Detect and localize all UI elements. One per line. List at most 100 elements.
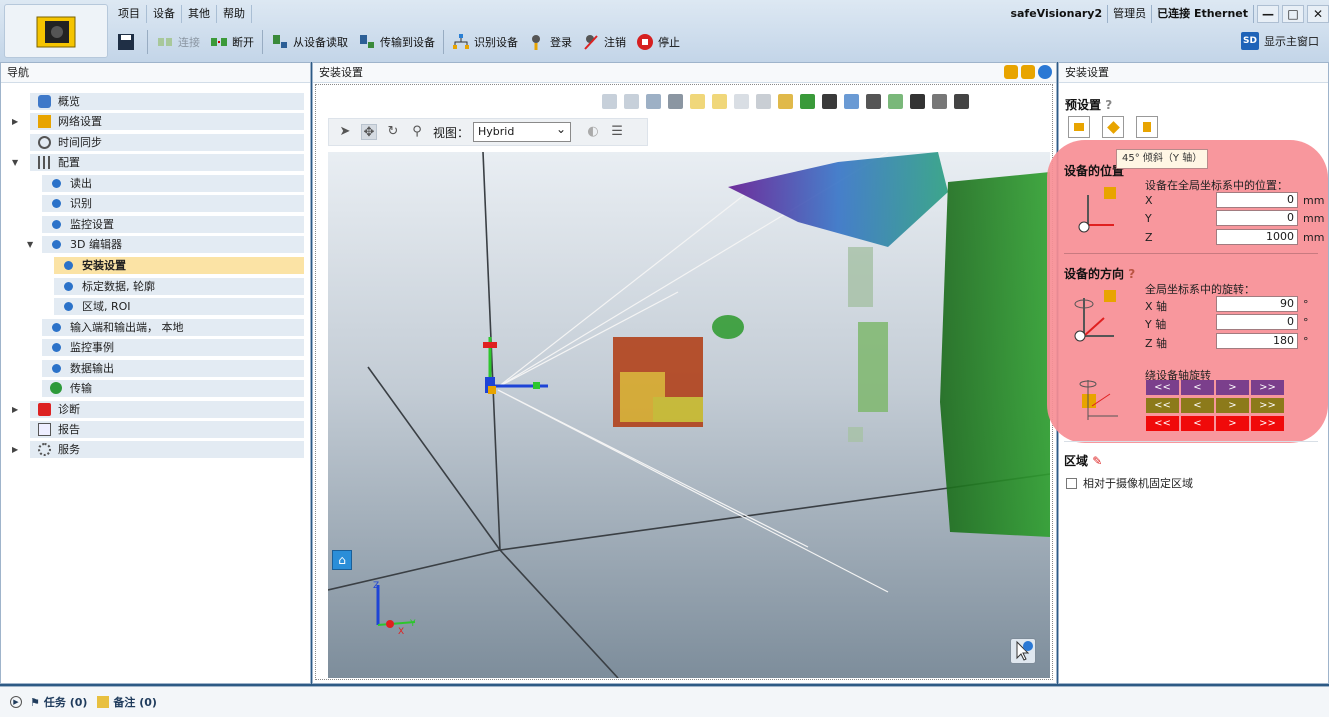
position-z-input[interactable]: 1000	[1216, 229, 1298, 245]
rotate-y-fast-left-button[interactable]: <<	[1146, 398, 1179, 413]
menu-device[interactable]: 设备	[147, 5, 182, 23]
copy-icon[interactable]	[734, 93, 749, 109]
pin-view-icon[interactable]	[866, 93, 881, 109]
nav-item-service[interactable]: 服务	[30, 441, 304, 458]
axis-icon[interactable]	[822, 93, 837, 109]
undo-icon[interactable]	[602, 93, 617, 109]
list-icon[interactable]: ☰	[609, 124, 625, 140]
nav-item-data-output[interactable]: 数据输出	[42, 360, 304, 377]
nav-item-network[interactable]: 网络设置	[30, 113, 304, 130]
identify-device-button[interactable]: 识别设备	[447, 27, 523, 57]
rotate-x-fast-left-button[interactable]: <<	[1146, 380, 1179, 395]
rotate-y-left-button[interactable]: <	[1181, 398, 1214, 413]
add-field-icon[interactable]	[690, 93, 705, 109]
notes-label[interactable]: 备注 (0)	[113, 694, 157, 710]
zoom-icon[interactable]: ⚲	[409, 124, 425, 140]
collapse-arrow-icon[interactable]: ▼	[27, 240, 33, 249]
rotate-x-right-button[interactable]: >	[1216, 380, 1249, 395]
minimize-button[interactable]: —	[1257, 5, 1279, 23]
rotation-z-input[interactable]: 180	[1216, 333, 1298, 349]
position-y-input[interactable]: 0	[1216, 210, 1298, 226]
menu-project[interactable]: 项目	[112, 5, 147, 23]
expand-arrow-icon[interactable]: ▶	[12, 405, 18, 414]
read-from-device-button[interactable]: 从设备读取	[266, 27, 353, 57]
connect-button[interactable]: 连接	[151, 27, 205, 57]
user-role[interactable]: 管理员	[1108, 5, 1153, 23]
nav-item-monitoring-cases[interactable]: 监控事例	[42, 339, 304, 356]
nav-item-report[interactable]: 报告	[30, 421, 304, 438]
nav-item-identify[interactable]: 识别	[42, 195, 304, 212]
disconnect-button[interactable]: 断开	[205, 27, 259, 57]
nav-item-time-sync[interactable]: 时间同步	[30, 134, 304, 151]
undock-icon[interactable]	[1021, 65, 1035, 79]
home-view-button[interactable]: ⌂	[332, 550, 352, 570]
3d-scene[interactable]	[328, 152, 1050, 678]
nav-item-mounting-settings[interactable]: 安装设置	[54, 257, 304, 274]
shaded-cube-icon[interactable]	[932, 93, 947, 109]
preset-vertical-button[interactable]	[1136, 116, 1158, 138]
rotate-z-fast-left-button[interactable]: <<	[1146, 416, 1179, 431]
nav-item-io-local[interactable]: 输入端和输出端， 本地	[42, 319, 304, 336]
help-icon[interactable]	[1038, 65, 1052, 79]
rotate-z-left-button[interactable]: <	[1181, 416, 1214, 431]
expand-arrow-icon[interactable]: ▶	[12, 445, 18, 454]
nav-item-3d-editor[interactable]: 3D 编辑器	[42, 236, 304, 253]
nav-item-calibration[interactable]: 标定数据, 轮廓	[54, 278, 304, 295]
solid-cube-icon[interactable]	[910, 93, 925, 109]
rotate-x-fast-right-button[interactable]: >>	[1251, 380, 1284, 395]
save-button[interactable]	[112, 27, 144, 57]
rotation-x-input[interactable]: 90	[1216, 296, 1298, 312]
rotate-y-fast-right-button[interactable]: >>	[1251, 398, 1284, 413]
rotate-x-left-button[interactable]: <	[1181, 380, 1214, 395]
menu-help[interactable]: 帮助	[217, 5, 252, 23]
wrench-icon[interactable]	[668, 93, 683, 109]
pin-icon[interactable]: ✎	[1092, 454, 1102, 468]
palette-icon[interactable]: ◐	[585, 124, 601, 140]
menu-other[interactable]: 其他	[182, 5, 217, 23]
nav-item-readout[interactable]: 读出	[42, 175, 304, 192]
rotate-y-right-button[interactable]: >	[1216, 398, 1249, 413]
nav-item-transfer[interactable]: 传输	[42, 380, 304, 397]
help-icon[interactable]: ?	[1128, 267, 1135, 281]
camera-icon[interactable]	[778, 93, 793, 109]
login-button[interactable]: 登录	[523, 27, 577, 57]
transfer-to-device-button[interactable]: 传输到设备	[353, 27, 440, 57]
pan-icon[interactable]: ✥	[361, 124, 377, 140]
preset-tilted-button[interactable]	[1102, 116, 1124, 138]
align-icon[interactable]	[646, 93, 661, 109]
maximize-button[interactable]: □	[1282, 5, 1304, 23]
rotate-z-right-button[interactable]: >	[1216, 416, 1249, 431]
expand-icon[interactable]: ▶	[10, 696, 22, 708]
nav-item-configuration[interactable]: 配置	[30, 154, 304, 171]
delete-icon[interactable]	[756, 93, 771, 109]
stop-button[interactable]: 停止	[631, 27, 685, 57]
nav-item-monitoring-settings[interactable]: 监控设置	[42, 216, 304, 233]
collapse-arrow-icon[interactable]: ▼	[12, 158, 18, 167]
grid-icon[interactable]	[844, 93, 859, 109]
show-main-window-button[interactable]: SD 显示主窗口	[1241, 32, 1319, 50]
rotate-icon[interactable]: ↻	[385, 124, 401, 140]
fixed-area-checkbox-row[interactable]: 相对于摄像机固定区域	[1066, 475, 1193, 491]
info-cursor-button[interactable]	[1010, 638, 1036, 664]
select-cursor-icon[interactable]: ➤	[337, 124, 353, 140]
add-point-icon[interactable]	[712, 93, 727, 109]
pin-icon[interactable]	[1004, 65, 1018, 79]
pin-view-active-icon[interactable]	[888, 93, 903, 109]
nav-item-diagnostics[interactable]: 诊断	[30, 401, 304, 418]
nav-item-area-roi[interactable]: 区域, ROI	[54, 298, 304, 315]
camera-view-icon[interactable]	[954, 93, 969, 109]
close-button[interactable]: ✕	[1307, 5, 1329, 23]
rotation-y-input[interactable]: 0	[1216, 314, 1298, 330]
redo-icon[interactable]	[624, 93, 639, 109]
tasks-label[interactable]: 任务 (0)	[44, 694, 88, 710]
fixed-area-checkbox[interactable]	[1066, 477, 1077, 489]
preset-horizontal-button[interactable]	[1068, 116, 1090, 138]
expand-arrow-icon[interactable]: ▶	[12, 117, 18, 126]
view-mode-select[interactable]: Hybrid	[473, 120, 572, 142]
help-icon[interactable]: ?	[1105, 98, 1112, 112]
measure-icon[interactable]	[800, 93, 815, 109]
nav-item-overview[interactable]: 概览	[30, 93, 304, 110]
rotate-z-fast-right-button[interactable]: >>	[1251, 416, 1284, 431]
position-x-input[interactable]: 0	[1216, 192, 1298, 208]
logout-button[interactable]: 注销	[577, 27, 631, 57]
